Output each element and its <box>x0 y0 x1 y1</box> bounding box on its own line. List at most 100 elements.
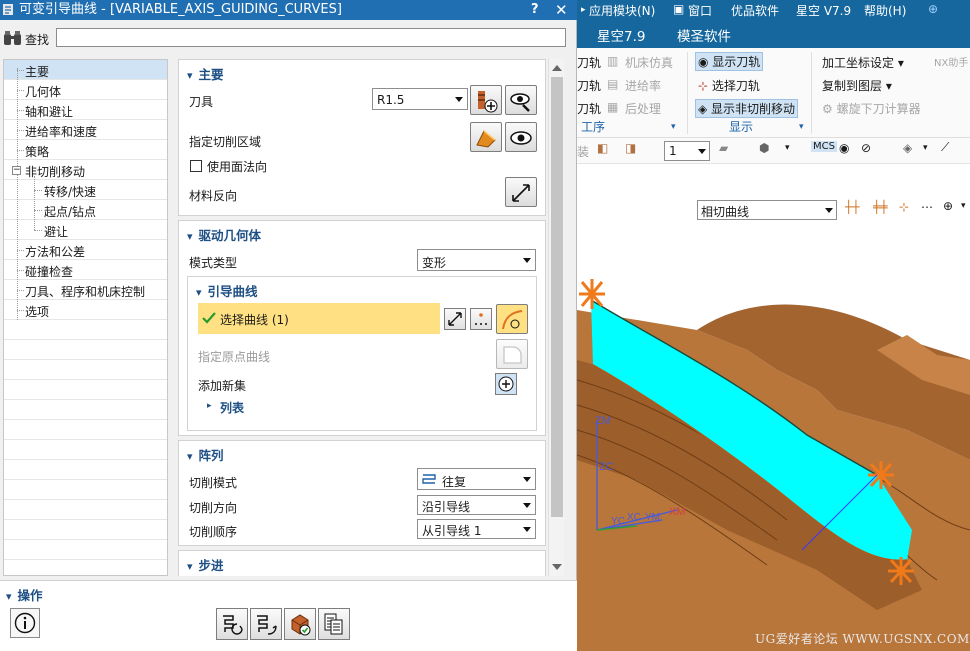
point-options-button[interactable] <box>470 308 492 330</box>
mode-type-value: 变形 <box>422 256 447 270</box>
nav-item-options[interactable]: 选项 <box>4 300 167 320</box>
menu-xingkong[interactable]: 星空 V7.9 <box>796 2 851 19</box>
origin-curve-button[interactable] <box>496 339 528 369</box>
step-group-header[interactable]: 步进 <box>187 555 224 574</box>
chevron-down-icon[interactable]: ▾ <box>961 201 966 211</box>
menu-window[interactable]: 窗口 <box>688 2 712 19</box>
drive-group-header[interactable]: 驱动几何体 <box>187 225 262 244</box>
eye-icon[interactable]: ◉ <box>839 141 849 155</box>
cut-mode-select[interactable]: 往复 <box>417 468 536 490</box>
use-face-normal-checkbox[interactable] <box>190 160 202 172</box>
ribbon-show-non-cutting[interactable]: ◈ 显示非切削移动 <box>695 99 799 118</box>
chevron-down-icon[interactable]: ▾ <box>923 143 928 153</box>
ruler-icon[interactable]: ⟋ <box>941 140 949 155</box>
part-icon[interactable]: ◨ <box>625 141 636 155</box>
cube-icon[interactable]: ⬢ <box>759 141 769 155</box>
layer-select[interactable]: 1 <box>664 141 710 161</box>
collapse-toggle[interactable]: − <box>12 166 21 175</box>
nav-item-method-tolerance[interactable]: 方法和公差 <box>4 240 167 260</box>
menu-app-modules[interactable]: 应用模块(N) <box>589 2 655 19</box>
assembly-icon[interactable]: ◧ <box>597 141 608 155</box>
main-group-header[interactable]: 主要 <box>187 64 224 83</box>
nav-item-start-drill[interactable]: 起点/钻点 <box>4 200 167 220</box>
add-new-set-button[interactable] <box>495 373 517 395</box>
nav-item-non-cutting[interactable]: 非切削移动 <box>4 160 167 180</box>
nav-item-main[interactable]: 主要 <box>4 60 167 80</box>
scroll-thumb[interactable] <box>551 77 563 517</box>
generate-button[interactable] <box>216 608 248 640</box>
ribbon-toolpath-3[interactable]: 刀轨 <box>577 100 601 117</box>
nav-item-axis-avoid[interactable]: 轴和避让 <box>4 100 167 120</box>
panel-scrollbar[interactable] <box>548 59 564 576</box>
ribbon-nx-helper[interactable]: NX助手 <box>934 54 968 69</box>
more-icon[interactable]: ⋯ <box>921 200 933 214</box>
operations-header[interactable]: 操作 <box>6 585 43 604</box>
ribbon-show-toolpath[interactable]: ◉ 显示刀轨 <box>695 52 764 71</box>
scroll-down-icon[interactable] <box>552 564 562 570</box>
guide-subgroup-header[interactable]: 引导曲线 <box>196 281 258 300</box>
snap-icon[interactable]: ┼┼ <box>845 200 859 214</box>
plus-circle-icon <box>498 376 514 392</box>
new-tool-button[interactable] <box>470 85 502 115</box>
binoculars-icon <box>4 31 21 45</box>
curve-icon <box>502 310 523 330</box>
chevron-down-icon[interactable]: ▾ <box>785 143 790 153</box>
nav-item-geometry[interactable]: 几何体 <box>4 80 167 100</box>
curve-select-button[interactable] <box>496 304 528 334</box>
specify-cut-area-button[interactable] <box>470 122 502 152</box>
ribbon-copy-layer[interactable]: 复制到图层 ▾ <box>822 77 892 94</box>
mode-type-select[interactable]: 变形 <box>417 249 536 271</box>
display-cut-area-button[interactable] <box>505 122 537 152</box>
nav-item-tool-program[interactable]: 刀具、程序和机床控制 <box>4 280 167 300</box>
ribbon-post-process[interactable]: 后处理 <box>625 100 661 117</box>
graphics-viewport[interactable]: ZM ZC YC XC YM XM <box>577 230 970 651</box>
verify-button[interactable] <box>284 608 316 640</box>
close-button[interactable]: ✕ <box>555 0 568 20</box>
select-curve-row[interactable]: 选择曲线 (1) <box>198 303 440 334</box>
dialog-title-bar[interactable]: 可变引导曲线 - [VARIABLE_AXIS_GUIDING_CURVES] … <box>0 0 577 20</box>
group-expand-icon[interactable]: ▾ <box>799 122 804 132</box>
nav-item-transfer[interactable]: 转移/快速 <box>4 180 167 200</box>
menu-youpin[interactable]: 优品软件 <box>731 2 779 19</box>
snap-point-icon[interactable]: ⊹ <box>899 200 909 214</box>
help-button[interactable]: ? <box>531 0 539 20</box>
globe-icon[interactable]: ⊕ <box>928 2 938 16</box>
info-button[interactable] <box>10 608 40 638</box>
tab-mosheng[interactable]: 模圣软件 <box>677 25 731 45</box>
ribbon-select-toolpath[interactable]: ⊹ 选择刀轨 <box>698 77 760 94</box>
reverse-direction-button[interactable] <box>444 308 466 330</box>
menu-help[interactable]: 帮助(H) <box>864 2 906 19</box>
finder-input[interactable] <box>56 28 566 47</box>
snap-icon[interactable]: ╪╪ <box>873 200 887 214</box>
tool-select[interactable]: R1.5 <box>372 88 468 110</box>
nav-item-strategy[interactable]: 策略 <box>4 140 167 160</box>
ribbon-mcs-setting[interactable]: 加工坐标设定 ▾ <box>822 54 904 71</box>
nav-item-avoid[interactable]: 避让 <box>4 220 167 240</box>
cut-direction-select[interactable]: 沿引导线 <box>417 495 536 515</box>
cut-order-select[interactable]: 从引导线 1 <box>417 519 536 539</box>
ribbon-machine-sim[interactable]: 机床仿真 <box>625 54 673 71</box>
hide-icon[interactable]: ⊘ <box>861 141 871 155</box>
group-expand-icon[interactable]: ▾ <box>671 122 676 132</box>
mcs-icon[interactable]: MCS <box>811 141 837 152</box>
replay-button[interactable] <box>250 608 282 640</box>
ribbon-toolpath-2[interactable]: 刀轨 <box>577 77 601 94</box>
tree-line <box>17 68 18 320</box>
view-icon[interactable]: ◈ <box>903 141 912 155</box>
ribbon-toolpath-1[interactable]: 刀轨 <box>577 54 601 71</box>
nav-item-feeds[interactable]: 进给率和速度 <box>4 120 167 140</box>
ribbon-feed-rate[interactable]: 进给率 <box>625 77 661 94</box>
edit-display-tool-button[interactable] <box>505 85 537 115</box>
scroll-up-icon[interactable] <box>552 65 562 71</box>
shade-icon[interactable]: ▰ <box>719 141 728 155</box>
list-output-button[interactable] <box>318 608 350 640</box>
expand-arrow-icon[interactable]: ▸ <box>207 401 212 411</box>
crosshair-icon[interactable]: ⊕ <box>943 199 953 213</box>
ribbon-helix-calc[interactable]: ⚙ 螺旋下刀计算器 <box>822 100 921 117</box>
list-toggle[interactable]: 列表 <box>220 399 244 416</box>
array-group-header[interactable]: 阵列 <box>187 445 224 464</box>
material-reverse-button[interactable] <box>505 177 537 207</box>
tab-xingkong[interactable]: 星空7.9 <box>597 25 645 45</box>
nav-item-collision[interactable]: 碰撞检查 <box>4 260 167 280</box>
curve-rule-select[interactable]: 相切曲线 <box>697 200 837 220</box>
